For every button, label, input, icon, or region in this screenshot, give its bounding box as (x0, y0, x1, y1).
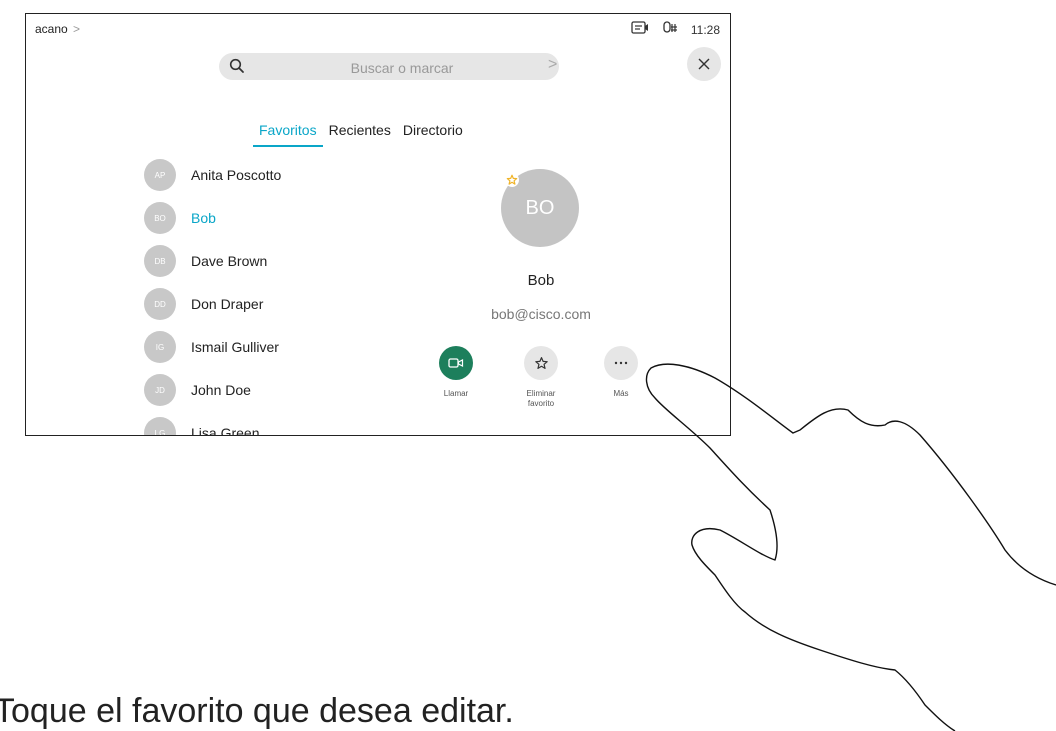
pointing-hand-icon (645, 363, 1056, 731)
instruction-caption: Toque el favorito que desea editar. (0, 692, 514, 730)
